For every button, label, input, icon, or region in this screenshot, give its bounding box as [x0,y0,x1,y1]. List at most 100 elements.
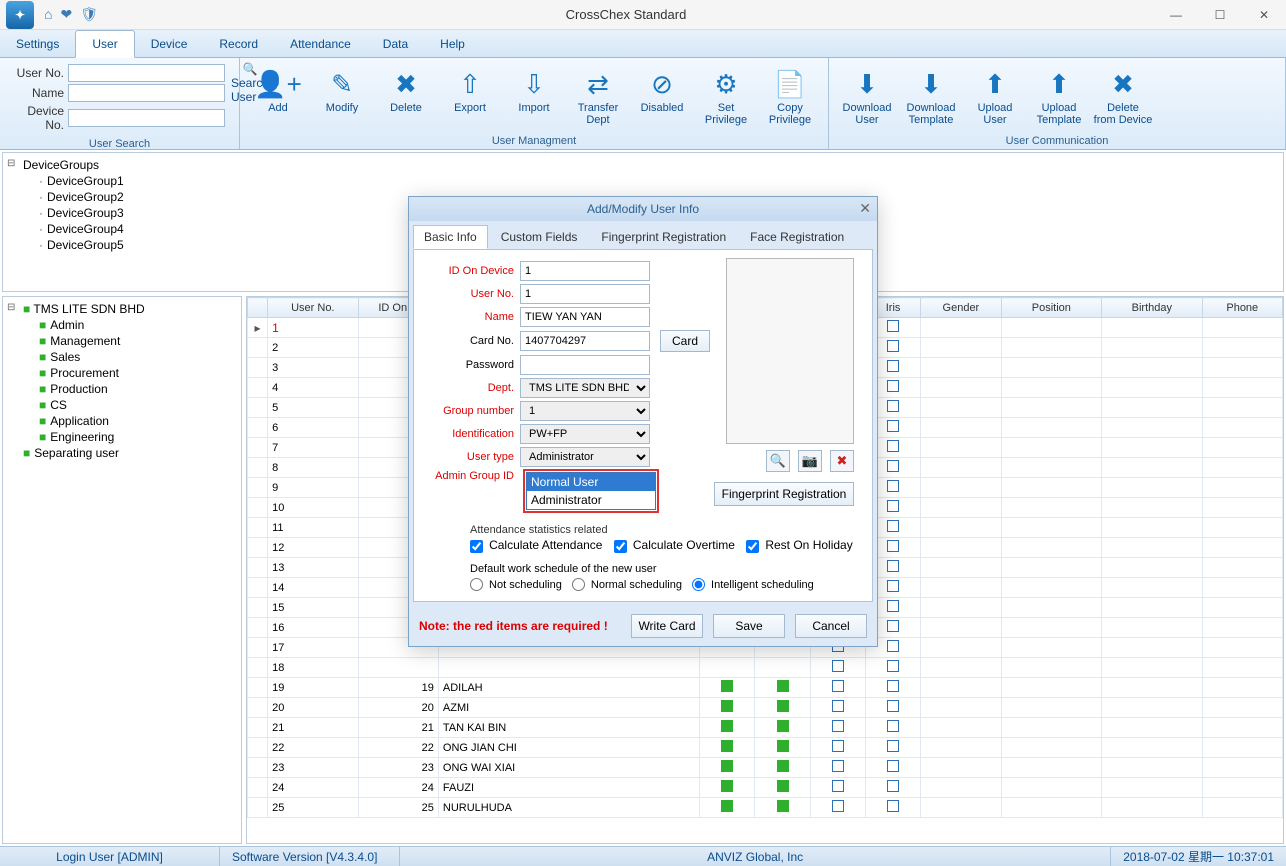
checkbox-iris[interactable] [887,480,899,492]
search-user-no-input[interactable] [68,64,225,82]
photo-camera-button[interactable]: 📷 [798,450,822,472]
table-row[interactable]: 2323ONG WAI XIAI [248,758,1283,778]
ribbon-transfer-dept[interactable]: ⇄Transfer Dept [568,62,628,126]
dept-tree-item[interactable]: Production [7,381,237,397]
write-card-button[interactable]: Write Card [631,614,703,638]
dept-tree-item[interactable]: Engineering [7,429,237,445]
checkbox-iris[interactable] [887,500,899,512]
chk-rest-holiday[interactable]: Rest On Holiday [746,540,852,552]
checkbox-iris[interactable] [887,600,899,612]
shield-icon[interactable]: ❤ [60,6,72,23]
input-id-on-device[interactable] [520,261,650,281]
checkbox-iris[interactable] [887,540,899,552]
checkbox-face[interactable] [832,780,844,792]
radio-normal-scheduling[interactable]: Normal scheduling [572,579,682,591]
photo-delete-button[interactable]: ✖ [830,450,854,472]
card-button[interactable]: Card [660,330,710,352]
menu-help[interactable]: Help [424,30,481,57]
select-dept[interactable]: TMS LITE SDN BHD [520,378,650,398]
dept-tree-item[interactable]: Management [7,333,237,349]
input-name[interactable] [520,307,650,327]
cancel-button[interactable]: Cancel [795,614,867,638]
user-type-dropdown[interactable]: Normal User Administrator [526,472,656,510]
input-user-no[interactable] [520,284,650,304]
save-button[interactable]: Save [713,614,785,638]
checkbox-iris[interactable] [887,760,899,772]
menu-attendance[interactable]: Attendance [274,30,367,57]
checkbox-iris[interactable] [887,700,899,712]
chk-calc-attendance[interactable]: Calculate Attendance [470,540,602,552]
dialog-tab-basic-info[interactable]: Basic Info [413,225,488,249]
photo-zoom-button[interactable]: 🔍 [766,450,790,472]
checkbox-face[interactable] [832,720,844,732]
checkbox-iris[interactable] [887,440,899,452]
ribbon-add[interactable]: 👤+Add [248,62,308,114]
dialog-close-button[interactable]: ✕ [859,200,871,217]
tree-separating-user[interactable]: Separating user [7,445,237,461]
table-row[interactable]: 2424FAUZI [248,778,1283,798]
checkbox-iris[interactable] [887,720,899,732]
fingerprint-registration-button[interactable]: Fingerprint Registration [714,482,854,506]
dept-tree-item[interactable]: Admin [7,317,237,333]
checkbox-iris[interactable] [887,380,899,392]
menu-device[interactable]: Device [135,30,204,57]
checkbox-face[interactable] [832,740,844,752]
dialog-title-bar[interactable]: Add/Modify User Info ✕ [409,197,877,221]
dept-tree-item[interactable]: Sales [7,349,237,365]
home-icon[interactable]: ⌂ [44,6,52,23]
table-row[interactable]: 18 [248,658,1283,678]
table-row[interactable]: 2525NURULHUDA [248,798,1283,818]
checkbox-iris[interactable] [887,340,899,352]
menu-data[interactable]: Data [367,30,424,57]
select-user-type[interactable]: Administrator [520,447,650,467]
ribbon-disabled[interactable]: ⊘Disabled [632,62,692,114]
table-row[interactable]: 2222ONG JIAN CHI [248,738,1283,758]
radio-not-scheduling[interactable]: Not scheduling [470,579,562,591]
device-tree-item[interactable]: DeviceGroup1 [7,173,1279,189]
dialog-tab-custom-fields[interactable]: Custom Fields [490,225,589,249]
close-button[interactable]: ✕ [1242,1,1286,29]
input-password[interactable] [520,355,650,375]
menu-record[interactable]: Record [203,30,274,57]
checkbox-iris[interactable] [887,360,899,372]
search-device-no-input[interactable] [68,109,225,127]
dialog-tab-face-registration[interactable]: Face Registration [739,225,855,249]
ribbon-delete-from-device[interactable]: ✖Delete from Device [1093,62,1153,126]
ribbon-upload-template[interactable]: ⬆Upload Template [1029,62,1089,126]
ribbon-delete[interactable]: ✖Delete [376,62,436,114]
checkbox-iris[interactable] [887,640,899,652]
menu-user[interactable]: User [75,30,134,58]
ribbon-download-user[interactable]: ⬇Download User [837,62,897,126]
tree-root-company[interactable]: ■ TMS LITE SDN BHD [7,301,237,317]
checkbox-iris[interactable] [887,420,899,432]
search-name-input[interactable] [68,84,225,102]
checkbox-iris[interactable] [887,680,899,692]
ribbon-upload-user[interactable]: ⬆Upload User [965,62,1025,126]
chk-calc-overtime[interactable]: Calculate Overtime [614,540,735,552]
dept-tree-item[interactable]: Application [7,413,237,429]
checkbox-iris[interactable] [887,460,899,472]
checkbox-face[interactable] [832,760,844,772]
ribbon-modify[interactable]: ✎Modify [312,62,372,114]
checkbox-iris[interactable] [887,400,899,412]
select-group-number[interactable]: 1 [520,401,650,421]
input-card-no[interactable] [520,331,650,351]
checkbox-iris[interactable] [887,320,899,332]
ribbon-import[interactable]: ⇩Import [504,62,564,114]
dropdown-option-administrator[interactable]: Administrator [527,491,655,509]
ribbon-download-template[interactable]: ⬇Download Template [901,62,961,126]
table-row[interactable]: 2121TAN KAI BIN [248,718,1283,738]
radio-intelligent-scheduling[interactable]: Intelligent scheduling [692,579,814,591]
ribbon-export[interactable]: ⇧Export [440,62,500,114]
dialog-tab-fingerprint-registration[interactable]: Fingerprint Registration [590,225,737,249]
badge-icon[interactable]: 🛡 [80,6,98,23]
checkbox-iris[interactable] [887,520,899,532]
dept-tree-item[interactable]: CS [7,397,237,413]
dept-tree-item[interactable]: Procurement [7,365,237,381]
checkbox-face[interactable] [832,700,844,712]
checkbox-iris[interactable] [887,780,899,792]
checkbox-iris[interactable] [887,660,899,672]
minimize-button[interactable]: — [1154,1,1198,29]
menu-settings[interactable]: Settings [0,30,75,57]
table-row[interactable]: 2020AZMI [248,698,1283,718]
